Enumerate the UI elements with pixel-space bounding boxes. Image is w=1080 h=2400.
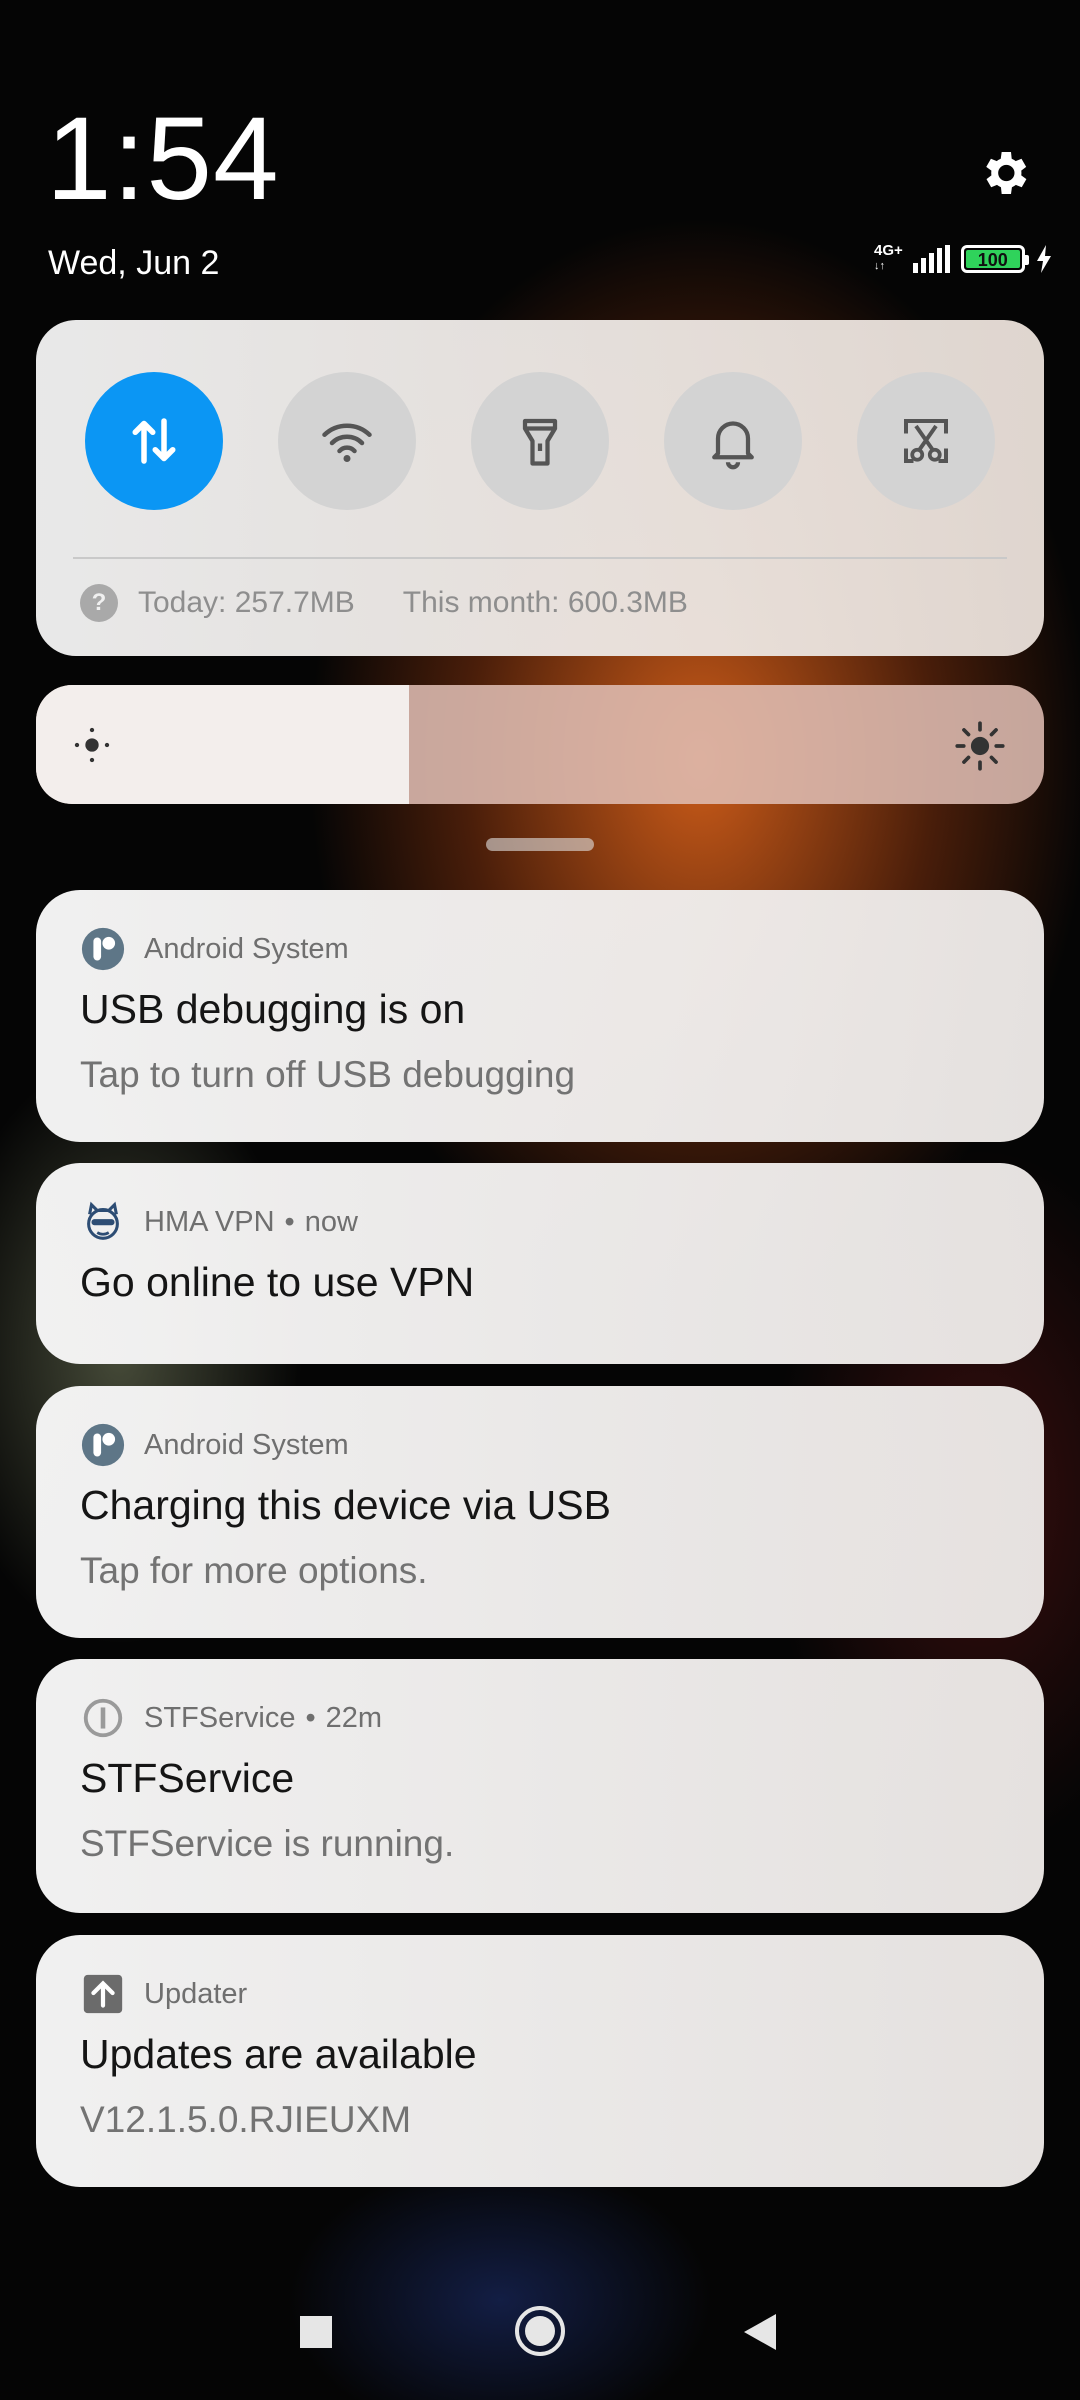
- scissors-icon: [904, 419, 948, 463]
- battery-level: 100: [965, 249, 1020, 270]
- notification-app-name: Android System: [144, 932, 349, 965]
- notification-app-name: Updater: [144, 1977, 248, 2010]
- screenshot-toggle[interactable]: [857, 372, 995, 510]
- usage-month: This month: 600.3MB: [402, 586, 688, 619]
- upload-arrow-icon: [83, 1974, 123, 2014]
- clock-time: 1:54: [46, 93, 280, 225]
- brightness-low-icon: [74, 727, 110, 763]
- circle-home-icon: [515, 2306, 565, 2356]
- recents-button[interactable]: [298, 2314, 334, 2355]
- notification-card[interactable]: STFService • 22m STFService STFService i…: [36, 1659, 1044, 1913]
- quick-settings-panel: ? Today: 257.7MB This month: 600.3MB: [36, 320, 1044, 656]
- signal-icon: [912, 244, 950, 273]
- navigation-bar: [0, 2300, 1080, 2380]
- wifi-icon: [322, 423, 372, 462]
- notification-app-name: HMA VPN: [144, 1205, 275, 1238]
- android-system-icon: [81, 927, 125, 971]
- date-label: Wed, Jun 2: [48, 244, 220, 282]
- usage-today: Today: 257.7MB: [138, 586, 355, 619]
- square-icon: [300, 2316, 332, 2348]
- data-transfer-icon: [132, 418, 176, 464]
- notification-card[interactable]: Android System USB debugging is on Tap t…: [36, 890, 1044, 1142]
- notification-body: V12.1.5.0.RJIEUXM: [80, 2099, 412, 2140]
- status-icons: 4G+ ↓↑ 100: [874, 242, 1053, 273]
- brightness-high-icon: [955, 721, 1005, 771]
- notification-card[interactable]: Updater Updates are available V12.1.5.0.…: [36, 1935, 1044, 2187]
- gear-icon[interactable]: [976, 145, 1032, 201]
- help-icon[interactable]: ?: [80, 584, 118, 622]
- stfservice-icon: [83, 1698, 123, 1738]
- home-button[interactable]: [513, 2304, 567, 2363]
- sound-toggle[interactable]: [664, 372, 802, 510]
- divider: [73, 557, 1007, 559]
- notification-title: STFService: [80, 1755, 295, 1801]
- notification-body: STFService is running.: [80, 1823, 455, 1864]
- charging-bolt-icon: [1036, 244, 1051, 273]
- panel-drag-handle[interactable]: [486, 838, 594, 851]
- triangle-back-icon: [744, 2314, 776, 2350]
- notification-time: 22m: [325, 1701, 383, 1734]
- notification-card[interactable]: Android System Charging this device via …: [36, 1386, 1044, 1638]
- network-type-label: 4G+ ↓↑: [874, 242, 903, 272]
- data-usage-row: ? Today: 257.7MB This month: 600.3MB: [80, 584, 688, 622]
- bell-icon: [712, 421, 754, 470]
- hma-vpn-icon: [87, 1201, 119, 1240]
- notification-app-name: STFService: [144, 1701, 296, 1734]
- notification-title: Go online to use VPN: [80, 1259, 475, 1305]
- notification-body: Tap to turn off USB debugging: [80, 1054, 576, 1095]
- flashlight-icon: [522, 418, 558, 466]
- notification-title: USB debugging is on: [80, 986, 466, 1032]
- mobile-data-toggle[interactable]: [85, 372, 223, 510]
- android-system-icon: [81, 1423, 125, 1467]
- notification-title: Charging this device via USB: [80, 1482, 611, 1528]
- battery-icon: 100: [960, 244, 1029, 273]
- notification-card[interactable]: HMA VPN • now Go online to use VPN: [36, 1163, 1044, 1364]
- separator-dot: •: [284, 1205, 295, 1238]
- notification-time: now: [304, 1205, 358, 1238]
- notification-title: Updates are available: [80, 2031, 477, 2077]
- wifi-toggle[interactable]: [278, 372, 416, 510]
- notification-body: Tap for more options.: [80, 1550, 428, 1591]
- notification-app-name: Android System: [144, 1428, 349, 1461]
- separator-dot: •: [305, 1701, 316, 1734]
- brightness-slider[interactable]: [36, 685, 1044, 804]
- back-button[interactable]: [742, 2312, 778, 2357]
- flashlight-toggle[interactable]: [471, 372, 609, 510]
